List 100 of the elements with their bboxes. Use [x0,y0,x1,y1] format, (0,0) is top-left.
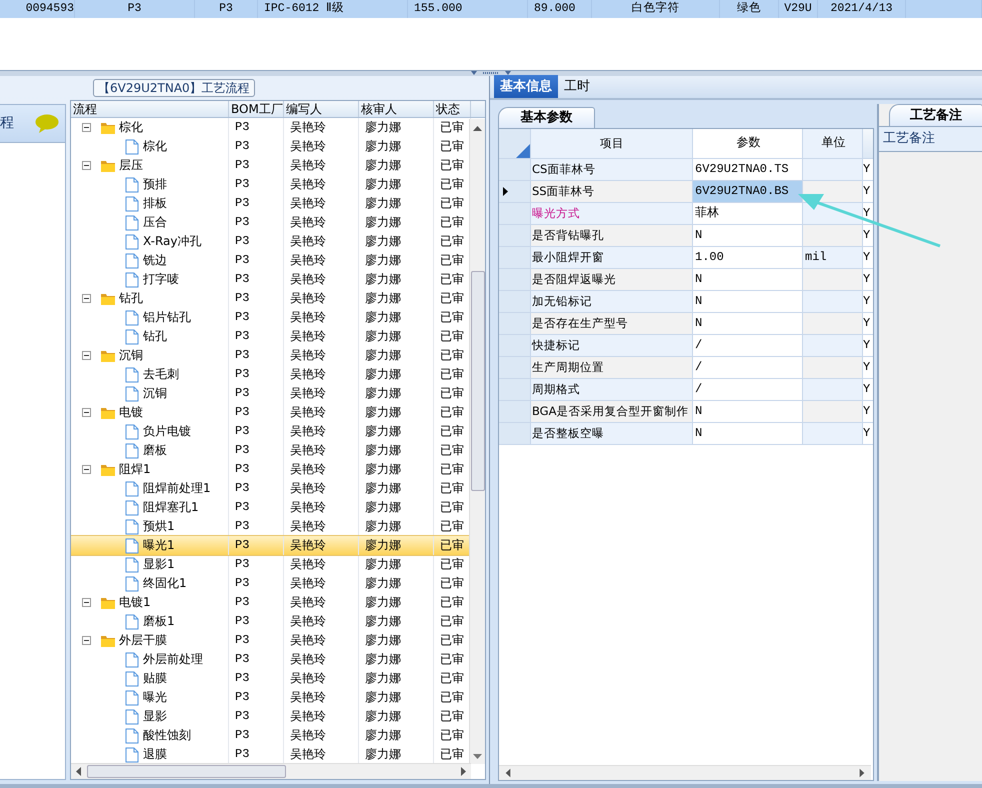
table-cell: 吴艳玲 [284,308,359,327]
collapse-toggle-icon[interactable] [82,408,91,417]
table-cell: P3 [229,137,284,156]
table-cell[interactable]: 菲林 [693,203,803,224]
table-cell: 快捷标记 [531,335,693,356]
table-cell: P3 [229,118,284,137]
collapse-toggle-icon[interactable] [82,351,91,360]
table-cell: P3 [229,346,284,365]
column-header[interactable]: BOM工厂 [229,101,284,117]
scrollbar-thumb[interactable] [471,271,485,491]
tree-row[interactable]: 曝光1 P3 吴艳玲 廖力娜 已审 [71,536,471,555]
collapse-toggle-icon[interactable] [82,294,91,303]
table-cell: 廖力娜 [359,707,434,726]
table-cell[interactable]: 6V29U2TNA0.BS [693,181,803,202]
table-cell[interactable]: / [693,357,803,378]
table-cell[interactable]: N [693,423,803,444]
table-cell[interactable]: / [693,379,803,400]
collapse-toggle-icon[interactable] [82,123,91,132]
table-cell: 廖力娜 [359,669,434,688]
table-cell[interactable]: / [693,335,803,356]
table-cell: 廖力娜 [359,536,434,555]
document-icon [124,708,140,724]
table-cell: P3 [229,403,284,422]
row-pointer-icon [503,187,508,196]
collapse-toggle-icon[interactable] [82,161,91,170]
table-cell: P3 [229,384,284,403]
table-cell[interactable]: N [693,269,803,290]
collapse-toggle-icon[interactable] [82,465,91,474]
table-cell: Y [863,247,873,268]
table-cell: 吴艳玲 [284,232,359,251]
document-icon [124,652,140,668]
table-cell: P3 [229,460,284,479]
table-cell: 吴艳玲 [284,631,359,650]
tree-item-label: 打字唛 [143,271,179,288]
tab[interactable]: 工时 [558,75,596,98]
table-cell: 吴艳玲 [284,137,359,156]
document-icon [124,746,140,762]
column-header[interactable]: 单位 [803,129,863,158]
tree-item-label: 棕化 [143,138,167,155]
table-cell: 绿色 [720,0,779,18]
table-cell: Y [863,335,873,356]
column-header[interactable]: 项目 [531,129,693,158]
splitter-handle-icon[interactable] [471,71,511,76]
table-cell: P3 [195,0,258,18]
table-cell[interactable]: N [693,401,803,422]
document-icon [124,500,140,516]
table-cell[interactable]: N [693,313,803,334]
table-cell: 是否阻焊返曝光 [531,269,693,290]
document-icon [124,328,140,344]
table-cell: 吴艳玲 [284,650,359,669]
tree-item-label: 贴膜 [143,670,167,687]
document-icon [124,196,140,212]
tree-item-label: 曝光1 [143,537,175,554]
document-icon [124,386,140,402]
table-cell[interactable]: N [693,291,803,312]
table-cell: 吴艳玲 [284,498,359,517]
table-cell: 廖力娜 [359,460,434,479]
notes-tab[interactable]: 工艺备注 [889,104,982,126]
table-cell: IPC-6012 Ⅱ级 [258,0,408,18]
column-header[interactable]: 核审人 [359,101,434,117]
parameters-tab[interactable]: 基本参数 [498,107,595,128]
table-cell: 吴艳玲 [284,612,359,631]
column-header[interactable]: 流程 [71,101,229,117]
document-icon [124,576,140,592]
tab[interactable]: 基本信息 [494,75,558,98]
table-cell: Y [863,401,873,422]
table-cell: 0094593 [0,0,75,18]
column-header[interactable]: 编写人 [284,101,359,117]
collapse-toggle-icon[interactable] [82,598,91,607]
tree-item-label: 阻焊1 [119,461,151,478]
table-cell[interactable]: N [693,225,803,246]
document-icon [124,234,140,250]
document-icon [124,480,140,496]
document-icon [124,556,140,572]
group-title: 【6V29U2TNA0】工艺流程 [93,79,255,97]
table-cell: 吴艳玲 [284,479,359,498]
table-cell: 吴艳玲 [284,707,359,726]
table-cell: 廖力娜 [359,479,434,498]
tree-item-label: 层压 [119,157,143,174]
table-cell[interactable]: 6V29U2TNA0.TS [693,159,803,180]
tree-item-label: 钻孔 [143,328,167,345]
table-cell: P3 [229,593,284,612]
tree-item-label: 沉铜 [119,347,143,364]
document-icon [124,138,140,154]
table-cell[interactable]: 1.00 [693,247,803,268]
table-cell: Y [863,269,873,290]
table-cell: 吴艳玲 [284,327,359,346]
table-cell: 吴艳玲 [284,156,359,175]
scrollbar-thumb[interactable] [87,765,286,778]
tree-item-label: 去毛刺 [143,366,179,383]
row-header[interactable] [499,181,531,202]
table-cell: 廖力娜 [359,726,434,745]
document-icon [124,614,140,630]
tree-item-label: 终固化1 [143,575,187,592]
table-cell: 廖力娜 [359,612,434,631]
table-cell: 吴艳玲 [284,289,359,308]
column-header[interactable]: 状态 [434,101,471,117]
table-cell: Y [863,313,873,334]
collapse-toggle-icon[interactable] [82,636,91,645]
table-cell: SS面菲林号 [531,181,693,202]
